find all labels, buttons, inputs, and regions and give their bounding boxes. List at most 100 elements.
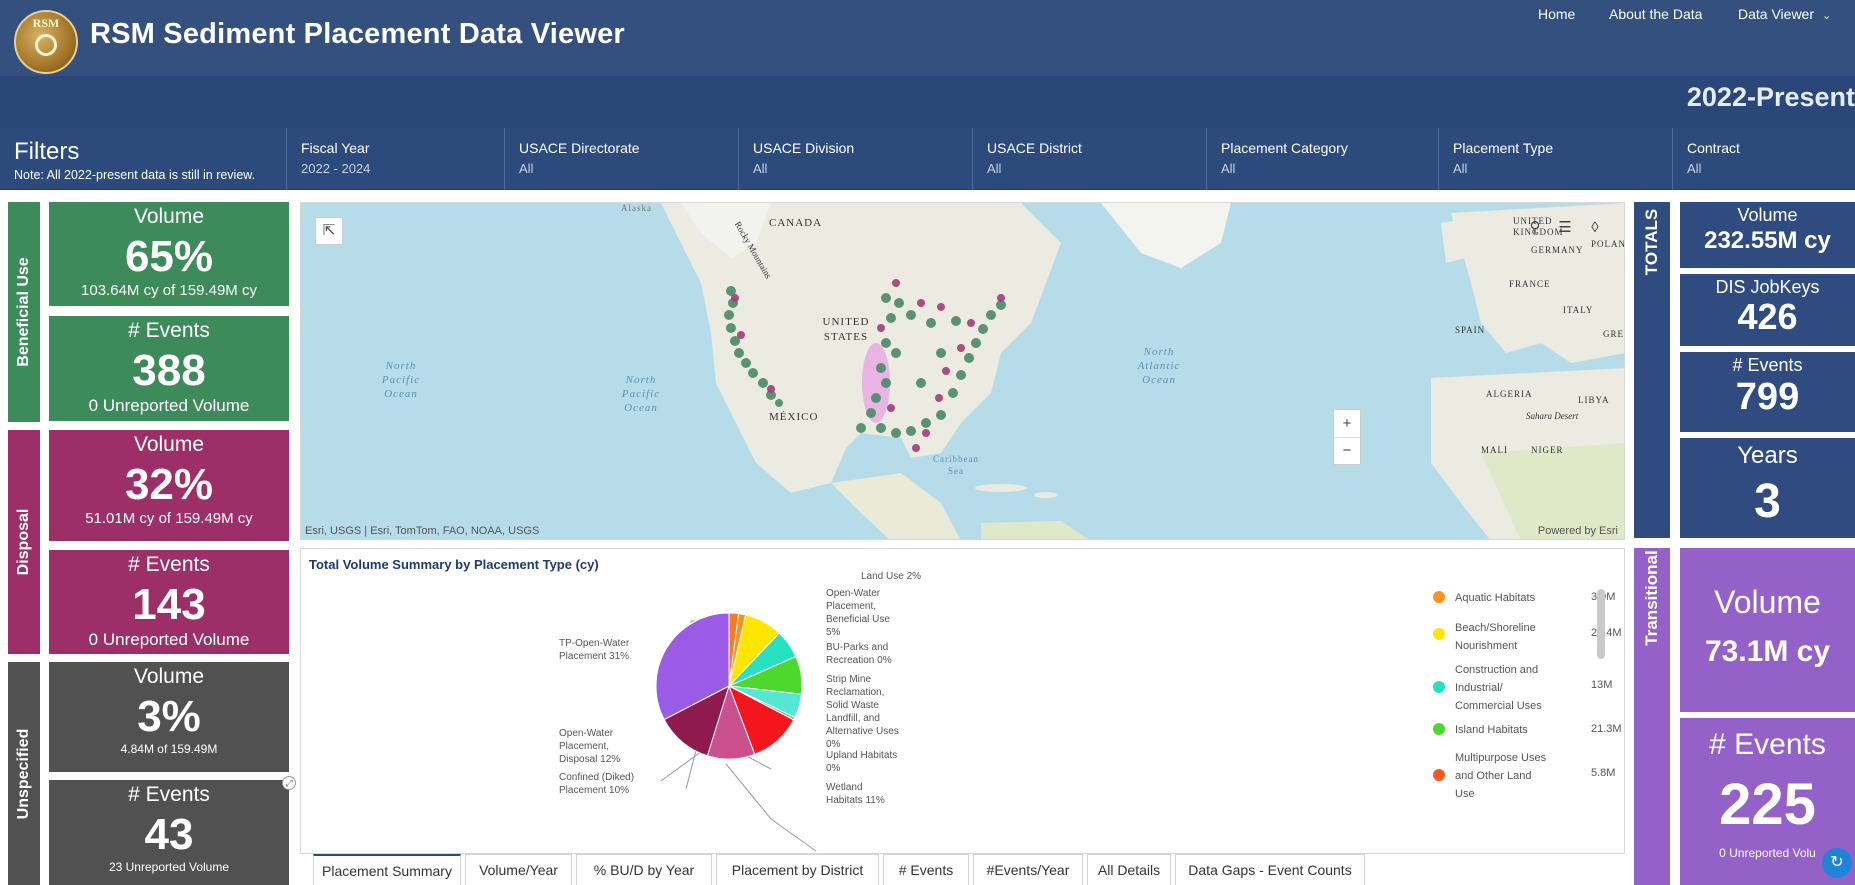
beneficial-events-card: # Events 388 0 Unreported Volume [49, 316, 289, 421]
filter-placement-category[interactable]: Placement Category All [1206, 128, 1440, 190]
tab-label: Beneficial Use [15, 257, 32, 367]
label-spain: SPAIN [1455, 325, 1486, 335]
tab-events[interactable]: # Events [883, 854, 969, 885]
chevron-down-icon: ⌄ [1822, 10, 1832, 22]
legend-value: 21.3M [1591, 723, 1622, 735]
disposal-volume-card: Volume 32% 51.01M cy of 159.49M cy [49, 430, 289, 541]
nav-about-the-data[interactable]: About the Data [1609, 6, 1702, 22]
filter-usace-division[interactable]: USACE Division All [738, 128, 972, 190]
card-value: 225 [1719, 772, 1816, 837]
tab-all-details[interactable]: All Details [1087, 854, 1171, 885]
search-button[interactable]: ⚲ [1521, 215, 1549, 243]
filter-contract[interactable]: Contract All [1672, 128, 1855, 190]
zoom-out-button[interactable]: − [1334, 438, 1360, 466]
logo-knot-icon [35, 34, 57, 56]
filter-value: All [1453, 161, 1468, 176]
card-title: Years [1737, 442, 1798, 469]
dis-jobkeys-card: DIS JobKeys 426 [1680, 274, 1855, 346]
basemap [301, 203, 1624, 539]
label-germany: GERMANY [1531, 245, 1584, 255]
layers-button[interactable]: ◊ [1581, 215, 1609, 243]
rsm-logo: RSM [14, 10, 78, 74]
legend-dot [1433, 591, 1445, 603]
label-upland: Upland Habitats 0% [826, 750, 898, 774]
chart-panel: Total Volume Summary by Placement Type (… [300, 548, 1625, 854]
list-icon: ☰ [1558, 219, 1572, 236]
total-events-card: # Events 799 [1680, 352, 1855, 432]
label-caribbean: Caribbean Sea [933, 454, 979, 476]
card-value: 65% [124, 232, 214, 281]
label-italy: ITALY [1563, 305, 1594, 315]
legend-dot [1433, 769, 1445, 781]
beneficial-volume-card: Volume 65% 103.64M cy of 159.49M cy [49, 202, 289, 306]
label-france: FRANCE [1509, 279, 1551, 289]
label-north-atlantic: North Atlantic Ocean [1137, 346, 1181, 386]
tab-data-gaps[interactable]: Data Gaps - Event Counts [1175, 854, 1365, 885]
search-icon: ⚲ [1529, 219, 1541, 236]
transitional-volume-card: Volume 73.1M cy [1680, 548, 1855, 712]
zoom-in-button[interactable]: + [1334, 410, 1360, 438]
card-title: # Events [128, 319, 210, 342]
label-mexico: MÉXICO [769, 411, 819, 423]
refresh-icon[interactable]: ↻ [1822, 848, 1852, 878]
card-value: 388 [132, 346, 206, 395]
filter-value: All [987, 161, 1002, 176]
legend-label: Beach/Shoreline Nourishment [1455, 622, 1536, 652]
card-value: 3% [137, 692, 201, 741]
filter-label: USACE Division [753, 140, 855, 156]
label-canada: CANADA [769, 217, 823, 229]
legend-dot [1433, 723, 1445, 735]
legend-dot [1433, 681, 1445, 693]
filter-label: Placement Category [1221, 140, 1348, 156]
card-value: 73.1M cy [1704, 635, 1831, 668]
filter-usace-district[interactable]: USACE District All [972, 128, 1206, 190]
tab-bu-d-by-year[interactable]: % BU/D by Year [576, 854, 712, 885]
tab-placement-by-district[interactable]: Placement by District [716, 854, 879, 885]
label-alaska: Alaska [621, 203, 652, 213]
app-title: RSM Sediment Placement Data Viewer [90, 18, 625, 50]
app-header: RSM RSM Sediment Placement Data Viewer H… [0, 0, 1855, 128]
filter-label: USACE Directorate [519, 140, 640, 156]
legend-scrollbar[interactable] [1597, 589, 1605, 659]
label-united-states: UNITED STATES [822, 316, 870, 343]
card-subtitle: 0 Unreported Volume [88, 396, 250, 415]
select-tool-button[interactable]: ⇱ [315, 217, 343, 245]
map-view[interactable]: CANADA UNITED STATES MÉXICO UNITED KINGD… [300, 202, 1625, 540]
card-title: # Events [1709, 728, 1826, 761]
years-card: Years 3 [1680, 438, 1855, 538]
tab-label: Unspecified [15, 728, 32, 819]
label-parks: BU-Parks and Recreation 0% [826, 642, 892, 666]
powered-by-esri[interactable]: Powered by Esri [1538, 525, 1618, 537]
label-libya: LIBYA [1578, 395, 1610, 405]
unspecified-volume-card: Volume 3% 4.84M of 159.49M [49, 662, 289, 772]
filter-fiscal-year[interactable]: Fiscal Year 2022 - 2024 [286, 128, 520, 190]
label-sahara: Sahara Desert [1526, 411, 1579, 421]
tab-events-year[interactable]: #Events/Year [973, 854, 1083, 885]
filter-label: Fiscal Year [301, 140, 370, 156]
filter-placement-type[interactable]: Placement Type All [1438, 128, 1672, 190]
legend-label: Multipurpose Uses and Other Land Use [1455, 752, 1547, 800]
cursor-select-icon: ⇱ [322, 222, 336, 239]
card-title: Volume [1714, 584, 1821, 620]
tab-volume-year[interactable]: Volume/Year [465, 854, 572, 885]
card-title: DIS JobKeys [1715, 277, 1820, 297]
card-title: Volume [133, 205, 205, 228]
tab-placement-summary[interactable]: Placement Summary [313, 854, 461, 885]
nav-home[interactable]: Home [1538, 6, 1575, 22]
legend-value: 13M [1591, 679, 1613, 691]
legend-dot [1433, 628, 1445, 640]
legend-button[interactable]: ☰ [1551, 215, 1579, 243]
card-subtitle: 4.84M of 159.49M [120, 742, 218, 756]
label-niger: NIGER [1531, 445, 1564, 455]
legend-label: Aquatic Habitats [1455, 592, 1536, 604]
tab-transitional: Transitional [1634, 548, 1670, 885]
tab-bar: Placement Summary Volume/Year % BU/D by … [300, 854, 1430, 885]
filter-usace-directorate[interactable]: USACE Directorate All [504, 128, 738, 190]
nav-data-viewer[interactable]: Data Viewer ⌄ [1738, 6, 1831, 22]
tab-beneficial-use: Beneficial Use [8, 202, 40, 422]
card-value: 143 [132, 580, 206, 629]
filter-bar: Filters Note: All 2022-present data is s… [0, 128, 1855, 190]
legend-label: Island Habitats [1455, 724, 1528, 736]
pie-chart [655, 612, 817, 852]
expand-icon[interactable]: ⤢ [282, 776, 296, 790]
